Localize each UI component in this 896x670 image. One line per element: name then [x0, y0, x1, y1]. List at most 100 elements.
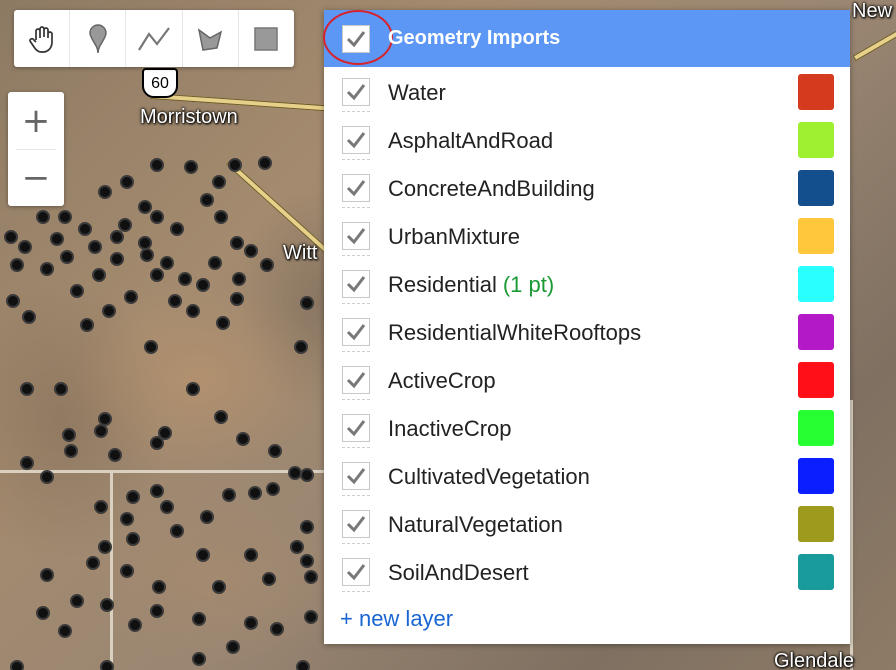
layer-color-swatch[interactable] [798, 122, 834, 158]
map-point-marker[interactable] [94, 500, 108, 514]
map-point-marker[interactable] [94, 424, 108, 438]
map-point-marker[interactable] [196, 548, 210, 562]
map-point-marker[interactable] [64, 444, 78, 458]
map-point-marker[interactable] [300, 520, 314, 534]
map-point-marker[interactable] [214, 210, 228, 224]
map-point-marker[interactable] [228, 158, 242, 172]
map-point-marker[interactable] [150, 268, 164, 282]
map-point-marker[interactable] [36, 606, 50, 620]
map-point-marker[interactable] [270, 622, 284, 636]
layer-row[interactable]: CultivatedVegetation [324, 452, 850, 500]
map-point-marker[interactable] [244, 244, 258, 258]
map-point-marker[interactable] [304, 610, 318, 624]
map-point-marker[interactable] [150, 484, 164, 498]
layer-checkbox[interactable] [342, 78, 370, 106]
layer-color-swatch[interactable] [798, 74, 834, 110]
new-layer-link[interactable]: + new layer [340, 606, 453, 632]
map-point-marker[interactable] [158, 426, 172, 440]
layer-row[interactable]: SoilAndDesert [324, 548, 850, 596]
polygon-icon[interactable] [183, 10, 239, 67]
map-point-marker[interactable] [20, 382, 34, 396]
layer-color-swatch[interactable] [798, 362, 834, 398]
map-point-marker[interactable] [6, 294, 20, 308]
layer-checkbox[interactable] [342, 462, 370, 490]
layer-row[interactable]: InactiveCrop [324, 404, 850, 452]
map-point-marker[interactable] [170, 222, 184, 236]
map-point-marker[interactable] [80, 318, 94, 332]
map-point-marker[interactable] [86, 556, 100, 570]
layer-color-swatch[interactable] [798, 266, 834, 302]
layer-checkbox[interactable] [342, 366, 370, 394]
layer-checkbox[interactable] [342, 174, 370, 202]
map-point-marker[interactable] [60, 250, 74, 264]
map-point-marker[interactable] [88, 240, 102, 254]
map-point-marker[interactable] [294, 340, 308, 354]
map-point-marker[interactable] [186, 382, 200, 396]
layer-label[interactable]: InactiveCrop [388, 416, 512, 442]
map-point-marker[interactable] [196, 278, 210, 292]
map-point-marker[interactable] [184, 160, 198, 174]
map-point-marker[interactable] [98, 185, 112, 199]
map-point-marker[interactable] [120, 512, 134, 526]
map-point-marker[interactable] [160, 500, 174, 514]
map-point-marker[interactable] [120, 175, 134, 189]
layer-checkbox[interactable] [342, 510, 370, 538]
point-marker-icon[interactable] [70, 10, 127, 67]
map-point-marker[interactable] [266, 482, 280, 496]
map-point-marker[interactable] [230, 236, 244, 250]
map-point-marker[interactable] [258, 156, 272, 170]
layer-label[interactable]: SoilAndDesert [388, 560, 529, 586]
map-point-marker[interactable] [290, 540, 304, 554]
map-point-marker[interactable] [300, 468, 314, 482]
layer-checkbox[interactable] [342, 126, 370, 154]
map-point-marker[interactable] [92, 268, 106, 282]
map-point-marker[interactable] [244, 616, 258, 630]
layer-color-swatch[interactable] [798, 410, 834, 446]
layer-color-swatch[interactable] [798, 170, 834, 206]
map-point-marker[interactable] [50, 232, 64, 246]
layer-label[interactable]: Water [388, 80, 446, 106]
layer-checkbox[interactable] [342, 222, 370, 250]
map-point-marker[interactable] [120, 564, 134, 578]
map-point-marker[interactable] [214, 410, 228, 424]
map-point-marker[interactable] [126, 532, 140, 546]
layer-row[interactable]: Water [324, 68, 850, 116]
map-point-marker[interactable] [236, 432, 250, 446]
map-point-marker[interactable] [20, 456, 34, 470]
line-icon[interactable] [126, 10, 183, 67]
layer-checkbox[interactable] [342, 558, 370, 586]
map-point-marker[interactable] [40, 470, 54, 484]
map-point-marker[interactable] [144, 340, 158, 354]
map-point-marker[interactable] [192, 652, 206, 666]
map-point-marker[interactable] [58, 624, 72, 638]
map-point-marker[interactable] [78, 222, 92, 236]
map-point-marker[interactable] [40, 262, 54, 276]
map-point-marker[interactable] [124, 290, 138, 304]
map-point-marker[interactable] [126, 490, 140, 504]
map-point-marker[interactable] [138, 200, 152, 214]
map-point-marker[interactable] [226, 640, 240, 654]
map-point-marker[interactable] [40, 568, 54, 582]
layer-row[interactable]: ConcreteAndBuilding [324, 164, 850, 212]
layer-checkbox[interactable] [342, 318, 370, 346]
rectangle-icon[interactable] [239, 10, 294, 67]
map-point-marker[interactable] [100, 598, 114, 612]
map-point-marker[interactable] [100, 660, 114, 670]
layer-label[interactable]: AsphaltAndRoad [388, 128, 553, 154]
pan-hand-icon[interactable] [14, 10, 71, 67]
map-point-marker[interactable] [244, 548, 258, 562]
layer-color-swatch[interactable] [798, 218, 834, 254]
zoom-in-button[interactable]: + [8, 92, 64, 149]
map-point-marker[interactable] [70, 594, 84, 608]
map-point-marker[interactable] [192, 612, 206, 626]
layer-label[interactable]: NaturalVegetation [388, 512, 563, 538]
map-point-marker[interactable] [200, 193, 214, 207]
layer-row[interactable]: UrbanMixture [324, 212, 850, 260]
layer-row[interactable]: AsphaltAndRoad [324, 116, 850, 164]
map-point-marker[interactable] [208, 256, 222, 270]
map-point-marker[interactable] [110, 252, 124, 266]
layer-color-swatch[interactable] [798, 506, 834, 542]
layer-checkbox[interactable] [342, 270, 370, 298]
map-point-marker[interactable] [300, 554, 314, 568]
map-point-marker[interactable] [268, 444, 282, 458]
